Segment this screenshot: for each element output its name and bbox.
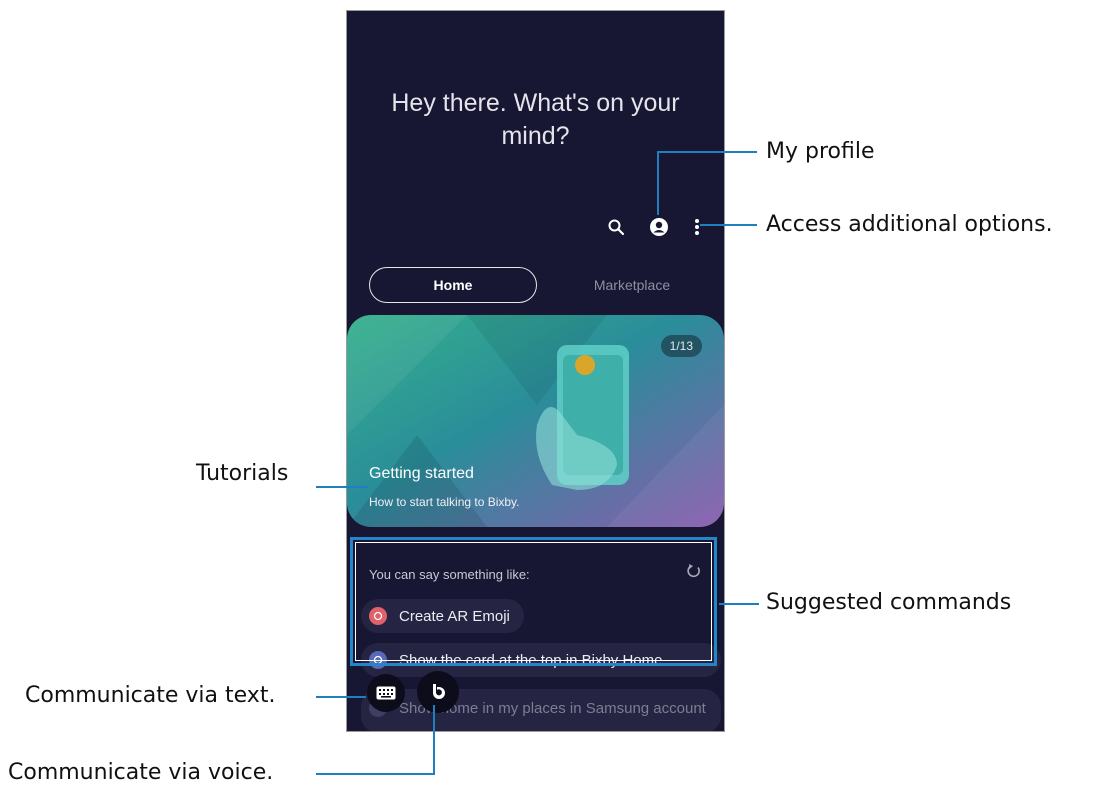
callout-tutorials: Tutorials [196,461,289,486]
tab-bar: Home Marketplace [369,267,702,303]
suggested-commands-highlight [350,537,717,666]
search-icon[interactable] [604,215,628,239]
tab-marketplace[interactable]: Marketplace [557,267,707,303]
suggestion-chip[interactable]: Show home in my places in Samsung accoun… [361,689,721,731]
card-title: Getting started [369,465,474,482]
callout-suggested: Suggested commands [766,590,1012,615]
keyboard-button[interactable] [367,674,405,712]
callout-options: Access additional options. [766,212,1053,237]
card-page-badge: 1/13 [660,335,702,357]
card-subtitle: How to start talking to Bixby. [369,495,520,509]
callout-line [316,696,366,698]
keyboard-icon [376,686,396,700]
callout-line [316,773,435,775]
greeting-text: Hey there. What's on your mind? [391,89,680,150]
more-vertical-icon[interactable] [685,215,709,239]
callout-voice: Communicate via voice. [8,760,274,785]
tutorial-card[interactable]: 1/13 Getting started How to start talkin… [347,315,724,527]
profile-icon[interactable] [647,215,671,239]
callout-line [700,224,757,226]
callout-line [657,151,659,215]
callout-line [316,486,368,488]
callout-line [719,603,759,605]
callout-line [433,705,435,775]
bixby-icon [433,684,445,699]
callout-text: Communicate via text. [25,683,276,708]
callout-line [657,151,757,153]
callout-my-profile: My profile [766,139,875,164]
tab-home[interactable]: Home [369,267,537,303]
bixby-voice-button[interactable] [417,671,459,713]
